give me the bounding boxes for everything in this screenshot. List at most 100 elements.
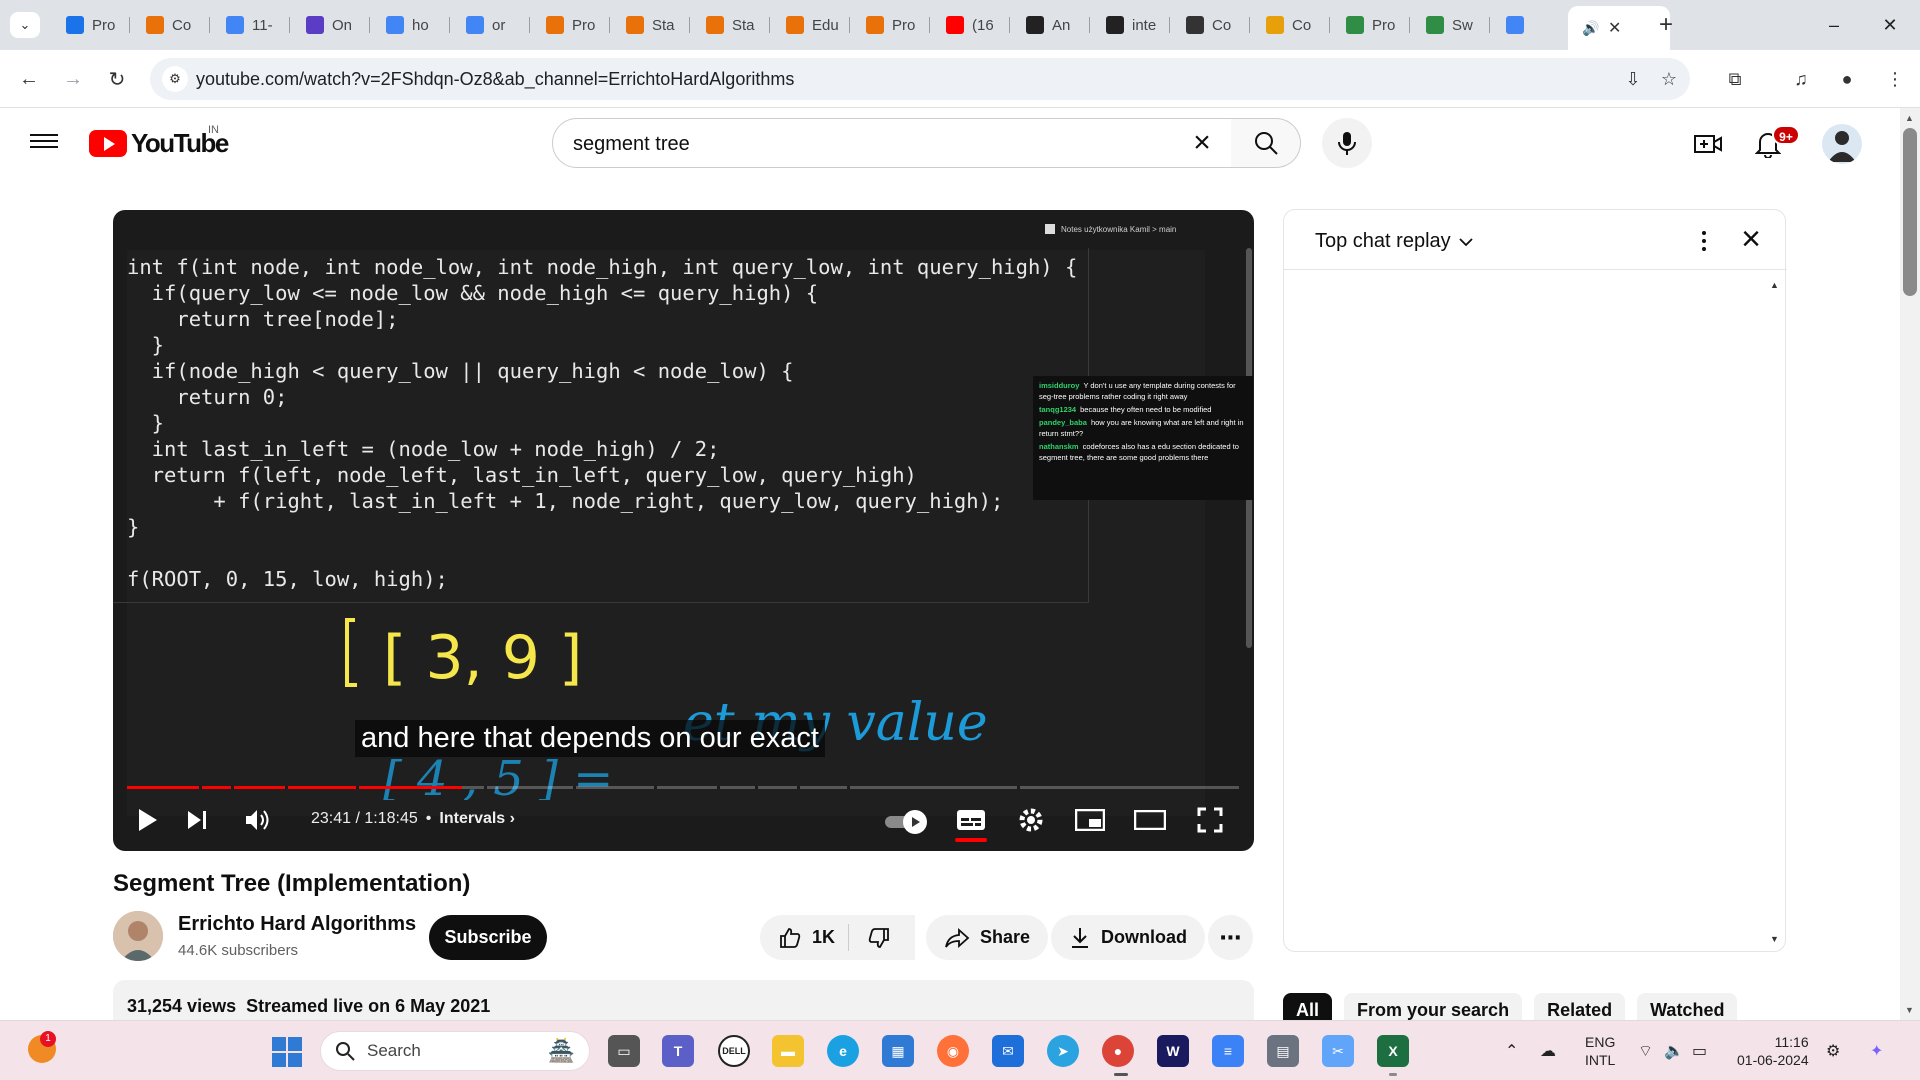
browser-tab[interactable]: Pro bbox=[852, 8, 930, 42]
play-button[interactable] bbox=[127, 800, 167, 840]
chapter-title[interactable]: Intervals › bbox=[439, 810, 515, 828]
mail-icon[interactable]: ✉ bbox=[992, 1035, 1024, 1067]
notification-count-badge: 9+ bbox=[1772, 125, 1800, 145]
profile-icon[interactable]: ● bbox=[1832, 64, 1862, 94]
start-button[interactable] bbox=[272, 1037, 302, 1067]
download-button[interactable]: Download bbox=[1051, 915, 1205, 960]
chat-more-options-button[interactable] bbox=[1689, 226, 1719, 256]
browser-tab[interactable]: Pro bbox=[52, 8, 130, 42]
account-avatar[interactable] bbox=[1822, 124, 1862, 164]
file-explorer-icon[interactable]: ▬ bbox=[772, 1035, 804, 1067]
extensions-icon[interactable]: ⧉ bbox=[1720, 64, 1750, 94]
tab-sound-icon[interactable]: 🔊 bbox=[1582, 19, 1600, 37]
dell-icon[interactable]: DELL bbox=[718, 1035, 750, 1067]
winamp-icon[interactable]: W bbox=[1157, 1035, 1189, 1067]
browser-tab[interactable] bbox=[1492, 8, 1570, 42]
guide-menu-icon[interactable] bbox=[30, 130, 58, 154]
channel-name[interactable]: Errichto Hard Algorithms bbox=[178, 913, 416, 936]
calculator-icon[interactable]: ▤ bbox=[1267, 1035, 1299, 1067]
google-icon bbox=[386, 16, 404, 34]
install-app-icon[interactable]: ⇩ bbox=[1620, 67, 1646, 91]
browser-tab[interactable]: (16 bbox=[932, 8, 1010, 42]
clear-search-icon[interactable]: × bbox=[1187, 128, 1217, 159]
close-chat-button[interactable]: × bbox=[1736, 222, 1766, 256]
reload-button[interactable]: ↻ bbox=[102, 64, 132, 94]
teams-icon[interactable]: T bbox=[662, 1035, 694, 1067]
browser-tab[interactable]: Co bbox=[132, 8, 210, 42]
onedrive-icon[interactable]: ☁ bbox=[1540, 1041, 1556, 1061]
share-button[interactable]: Share bbox=[926, 915, 1049, 960]
dislike-button[interactable] bbox=[849, 915, 915, 960]
copilot-icon[interactable]: ✦ bbox=[1870, 1041, 1883, 1061]
snipping-tool-icon[interactable]: ✂ bbox=[1322, 1035, 1354, 1067]
battery-icon[interactable]: ▭ bbox=[1692, 1041, 1707, 1061]
system-clock[interactable]: 11:16 01-06-2024 bbox=[1737, 1033, 1809, 1069]
browser-tab[interactable]: On bbox=[292, 8, 370, 42]
tab-search-dropdown[interactable]: ⌄ bbox=[10, 12, 40, 38]
more-actions-button[interactable]: ⋯ bbox=[1208, 915, 1253, 960]
browser-menu-icon[interactable]: ⋮ bbox=[1880, 64, 1910, 94]
media-controls-icon[interactable]: ♫ bbox=[1786, 64, 1816, 94]
create-video-button[interactable] bbox=[1690, 128, 1726, 160]
mute-button[interactable] bbox=[237, 800, 277, 840]
maximize-button[interactable] bbox=[1814, 10, 1854, 40]
miniplayer-button[interactable] bbox=[1070, 800, 1110, 840]
notepad-icon[interactable]: ≡ bbox=[1212, 1035, 1244, 1067]
browser-tab-label: Edu bbox=[812, 16, 839, 34]
browser-tab[interactable]: Pro bbox=[1332, 8, 1410, 42]
tab-close-icon[interactable]: ✕ bbox=[1608, 18, 1621, 38]
url-text[interactable]: youtube.com/watch?v=2FShdqn-Oz8&ab_chann… bbox=[196, 69, 794, 90]
back-button[interactable]: ← bbox=[14, 64, 44, 94]
channel-avatar[interactable] bbox=[113, 911, 163, 961]
show-hidden-icons[interactable]: ⌃ bbox=[1505, 1041, 1518, 1061]
site-info-icon[interactable]: ⚙ bbox=[162, 66, 188, 92]
subtitles-button[interactable] bbox=[951, 800, 991, 840]
bookmark-star-icon[interactable]: ☆ bbox=[1656, 67, 1682, 91]
forward-button[interactable]: → bbox=[58, 64, 88, 94]
edge-icon[interactable]: e bbox=[827, 1035, 859, 1067]
new-tab-button[interactable]: + bbox=[1652, 11, 1680, 38]
taskbar-search[interactable]: Search 🏯 bbox=[320, 1031, 590, 1071]
search-button[interactable] bbox=[1231, 118, 1301, 168]
browser-tab[interactable]: 11- bbox=[212, 8, 290, 42]
fullscreen-button[interactable] bbox=[1190, 800, 1230, 840]
settings-button[interactable] bbox=[1011, 800, 1051, 840]
chat-scroll-down-icon[interactable]: ▼ bbox=[1770, 934, 1779, 944]
wifi-icon[interactable]: ⌔ bbox=[1638, 1041, 1653, 1061]
browser-tab[interactable]: Edu bbox=[772, 8, 850, 42]
browser-tab[interactable]: Sw bbox=[1412, 8, 1490, 42]
browser-tab[interactable]: Co bbox=[1252, 8, 1330, 42]
focus-assist-icon[interactable]: ⚙ bbox=[1826, 1041, 1840, 1061]
video-player[interactable]: Notes użytkownika Kamil > main int f(int… bbox=[113, 210, 1254, 851]
page-scrollbar-thumb[interactable] bbox=[1903, 128, 1917, 296]
next-button[interactable] bbox=[177, 800, 217, 840]
browser-tab[interactable]: Sta bbox=[692, 8, 770, 42]
voice-search-button[interactable] bbox=[1322, 118, 1372, 168]
browser-tab[interactable]: Co bbox=[1172, 8, 1250, 42]
browser-tab[interactable]: inte bbox=[1092, 8, 1170, 42]
browser-tab[interactable]: Pro bbox=[532, 8, 610, 42]
chat-scroll-up-icon[interactable]: ▲ bbox=[1770, 280, 1779, 290]
theater-mode-button[interactable] bbox=[1130, 800, 1170, 840]
store-icon[interactable]: ▦ bbox=[882, 1035, 914, 1067]
telegram-icon[interactable]: ➤ bbox=[1047, 1035, 1079, 1067]
close-window-button[interactable]: ✕ bbox=[1870, 10, 1910, 40]
task-view-icon[interactable]: ▭ bbox=[608, 1035, 640, 1067]
browser-tab[interactable]: or bbox=[452, 8, 530, 42]
chat-mode-dropdown[interactable]: Top chat replay bbox=[1315, 230, 1473, 253]
page-scroll-up-icon[interactable]: ▲ bbox=[1905, 113, 1914, 123]
page-scroll-down-icon[interactable]: ▼ bbox=[1905, 1005, 1914, 1015]
autoplay-toggle[interactable] bbox=[885, 810, 927, 834]
browser-tab[interactable]: Sta bbox=[612, 8, 690, 42]
browser-tab[interactable]: An bbox=[1012, 8, 1090, 42]
speaker-icon[interactable]: 🔈 bbox=[1664, 1041, 1684, 1061]
browser-tab[interactable]: ho bbox=[372, 8, 450, 42]
chrome-icon[interactable]: ● bbox=[1102, 1035, 1134, 1067]
subscribe-button[interactable]: Subscribe bbox=[429, 915, 547, 960]
address-bar[interactable]: ⚙ youtube.com/watch?v=2FShdqn-Oz8&ab_cha… bbox=[150, 58, 1690, 100]
excel-icon[interactable]: X bbox=[1377, 1035, 1409, 1067]
input-language[interactable]: ENG INTL bbox=[1585, 1033, 1615, 1069]
search-query-text[interactable]: segment tree bbox=[573, 133, 690, 156]
firefox-icon[interactable]: ◉ bbox=[937, 1035, 969, 1067]
search-input[interactable]: segment tree × bbox=[552, 118, 1232, 168]
